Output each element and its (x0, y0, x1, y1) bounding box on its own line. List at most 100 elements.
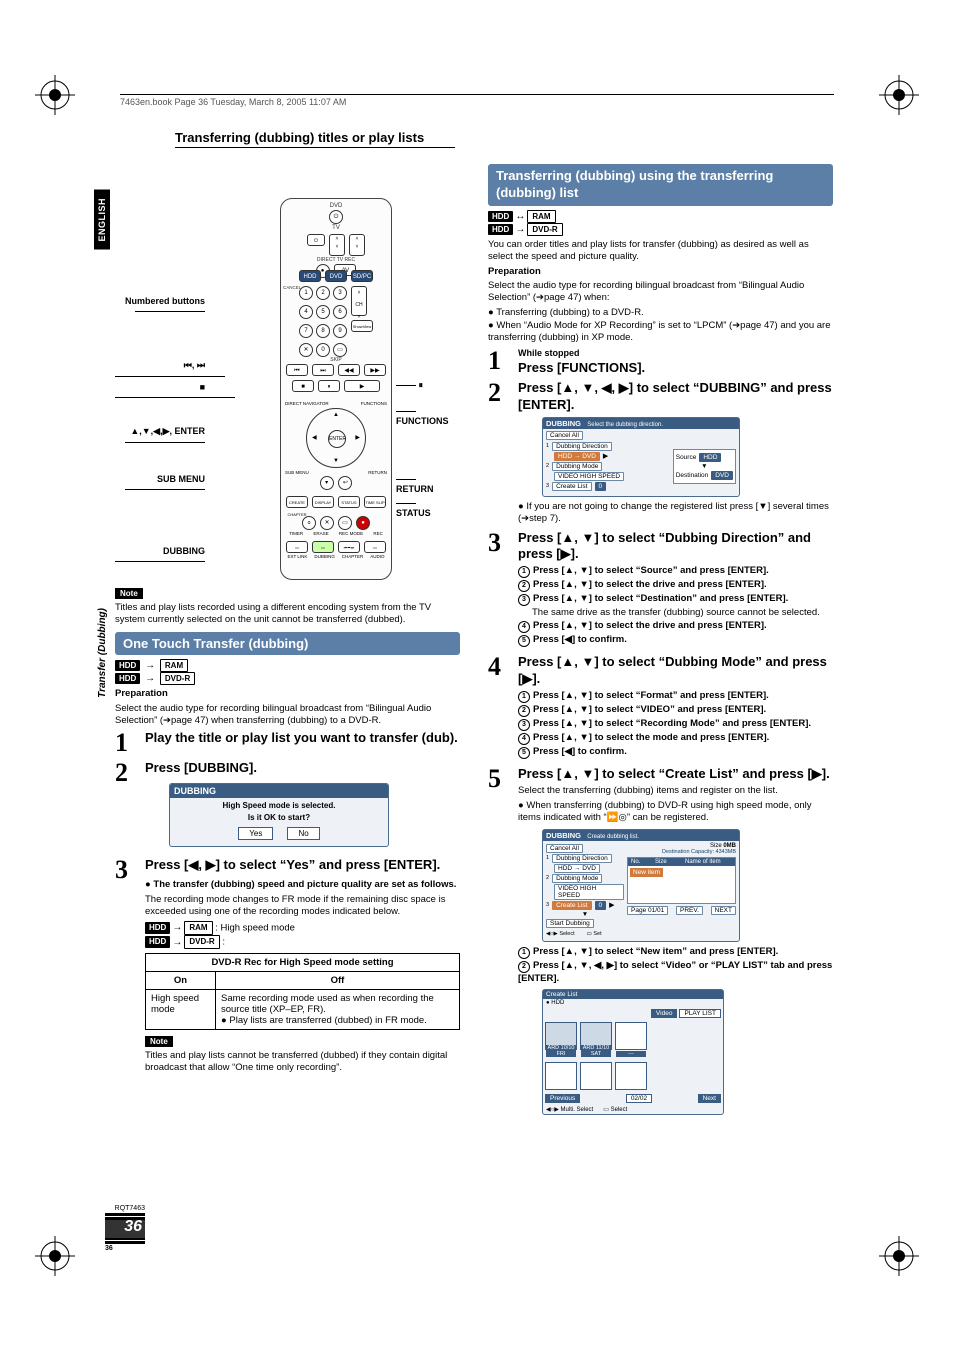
label-extlink: EXT LINK (287, 554, 307, 559)
ui2-cancel[interactable]: Cancel All (546, 431, 583, 440)
key-enter: ENTER (328, 430, 346, 448)
page-number-badge: RQT7463 36 36 (105, 1205, 145, 1243)
thumb-3[interactable]: --- (615, 1022, 647, 1050)
crop-mark-bl (35, 1236, 75, 1276)
callout-nav: ▲,▼,◀,▶, ENTER (115, 426, 205, 447)
key-status: STATUS (338, 496, 360, 508)
prep-b2: ● When “Audio Mode for XP Recording” is … (488, 320, 833, 345)
badge-row-r2: HDD→DVD-R (488, 223, 833, 236)
key-createch: CREATE CHAPTER (286, 496, 308, 508)
key-sdpc: SD/PC (351, 270, 373, 282)
key-tv-power: ⏻ (307, 234, 325, 246)
after-ui2: ● If you are not going to change the reg… (518, 501, 833, 526)
rstep3-title: Press [▲, ▼] to select “Dubbing Directio… (518, 530, 833, 563)
label-dubbing: DUBBING (314, 554, 335, 559)
step-3-num: 3 (115, 857, 137, 1077)
note-badge: Note (115, 588, 143, 599)
rstep1-hint: While stopped (518, 348, 833, 358)
rstep-3-num: 3 (488, 530, 510, 651)
hs-table: DVD-R Rec for High Speed mode setting On… (145, 953, 460, 1030)
s5-i2: 2Press [▲, ▼, ◀, ▶] to select “Video” or… (518, 960, 833, 985)
key-8: 8 (316, 324, 330, 338)
tab-playlist[interactable]: PLAY LIST (679, 1009, 721, 1018)
thumb-1[interactable]: ARD 10/10 FRI (545, 1022, 577, 1050)
s3-i4: 4Press [▲, ▼] to select the drive and pr… (518, 620, 833, 633)
key-pause: ⏸ (318, 380, 340, 392)
key-extlink: ▭ (286, 541, 308, 553)
key-9: 9 (333, 324, 347, 338)
badge-ram: RAM (160, 659, 188, 672)
crop-mark-br (879, 1236, 919, 1276)
ui3-next[interactable]: NEXT (711, 906, 736, 915)
key-vol: ˄˅ (349, 234, 365, 256)
note-text-1: Titles and play lists recorded using a d… (115, 602, 460, 626)
label-directnav: DIRECT NAVIGATOR (285, 401, 329, 406)
key-ch: ˄˅ (329, 234, 345, 256)
rstep4-title: Press [▲, ▼] to select “Dubbing Mode” an… (518, 654, 833, 687)
key-5: 5 (316, 305, 330, 319)
section-tab: Transfer (Dubbing) (95, 600, 110, 706)
ui-dubbing-direction: DUBBING Select the dubbing direction. Ca… (542, 417, 740, 497)
key-showview: ShowView (351, 320, 373, 332)
s3-i2: 2Press [▲, ▼] to select the drive and pr… (518, 579, 833, 592)
s3-i1: 1Press [▲, ▼] to select “Source” and pre… (518, 565, 833, 578)
label-submenu: SUB MENU (285, 470, 309, 475)
ui-title: DUBBING (170, 784, 388, 798)
ui-no-button[interactable]: No (287, 827, 319, 840)
badge-hdd-2: HDD (115, 673, 140, 684)
rstep1-title: Press [FUNCTIONS]. (518, 360, 833, 376)
thumb-5[interactable] (580, 1062, 612, 1090)
s5-p2: ● When transferring (dubbing) to DVD-R u… (518, 800, 833, 825)
step-2-title: Press [DUBBING]. (145, 760, 460, 776)
callout-functions: FUNCTIONS (396, 406, 449, 426)
key-return: ↩ (338, 476, 352, 490)
arrow-icon: → (145, 660, 155, 671)
callout-numbered: Numbered buttons (115, 296, 205, 316)
thumb-2[interactable]: ARD 11/10 SAT (580, 1022, 612, 1050)
key-display: DISPLAY (312, 496, 334, 508)
key-dvd-drive: DVD (325, 270, 347, 282)
key-input: ▭ (333, 343, 347, 357)
key-dvd: DVD (285, 203, 387, 209)
note-badge-2: Note (145, 1036, 173, 1047)
print-header: 7463en.book Page 36 Tuesday, March 8, 20… (120, 94, 834, 107)
s3-note: The same drive as the transfer (dubbing)… (532, 607, 833, 619)
badge-hdd: HDD (115, 660, 140, 671)
cl-next[interactable]: Next (698, 1094, 721, 1103)
key-rec: ● (356, 516, 370, 530)
cl-prev[interactable]: Previous (545, 1094, 580, 1103)
rstep5-title: Press [▲, ▼] to select “Create List” and… (518, 766, 833, 782)
label-erase: ERASE (313, 531, 328, 536)
key-stop: ■ (292, 380, 314, 392)
callout-dubbing: DUBBING (115, 546, 205, 566)
label-return: RETURN (368, 470, 387, 475)
ui-create-dubbing-list: DUBBING Create dubbing list. Cancel All … (542, 829, 740, 942)
ui3-start[interactable]: Start Dubbing (546, 919, 594, 928)
s4-i2: 2Press [▲, ▼] to select “VIDEO” and pres… (518, 704, 833, 717)
s5-p1: Select the transferring (dubbing) items … (518, 785, 833, 797)
label-cancel: CANCEL (283, 285, 387, 290)
cl-page: 02/02 (626, 1094, 652, 1103)
ui-yes-button[interactable]: Yes (238, 827, 273, 840)
key-erase: ✕ (320, 516, 334, 530)
thumb-6[interactable] (615, 1062, 647, 1090)
key-submenu: ▾ (320, 476, 334, 490)
s3-i5: 5Press [◀] to confirm. (518, 634, 833, 647)
thumb-4[interactable] (545, 1062, 577, 1090)
crop-mark-tr (879, 75, 919, 115)
ui3-prev[interactable]: PREV. (676, 906, 703, 915)
tab-video[interactable]: Video (651, 1009, 678, 1018)
section-dub-list: Transferring (dubbing) using the transfe… (488, 164, 833, 206)
hs-line-2: HDD→DVD-R : (145, 935, 460, 949)
key-chapter: ⏮▭⏭ (338, 541, 360, 553)
step-1-title: Play the title or play list you want to … (145, 730, 460, 746)
label-audio: AUDIO (370, 554, 384, 559)
page-title: Transferring (dubbing) titles or play li… (175, 130, 455, 148)
badge-row-1: HDD → RAM (115, 659, 460, 672)
th-on: On (146, 972, 216, 990)
table-title: DVD-R Rec for High Speed mode setting (211, 957, 393, 968)
ui3-cancel[interactable]: Cancel All (546, 844, 583, 853)
badge-row-r1: HDD↔RAM (488, 210, 833, 223)
callout-skip: ⏮, ⏭ (115, 360, 205, 381)
s4-i1: 1Press [▲, ▼] to select “Format” and pre… (518, 690, 833, 703)
